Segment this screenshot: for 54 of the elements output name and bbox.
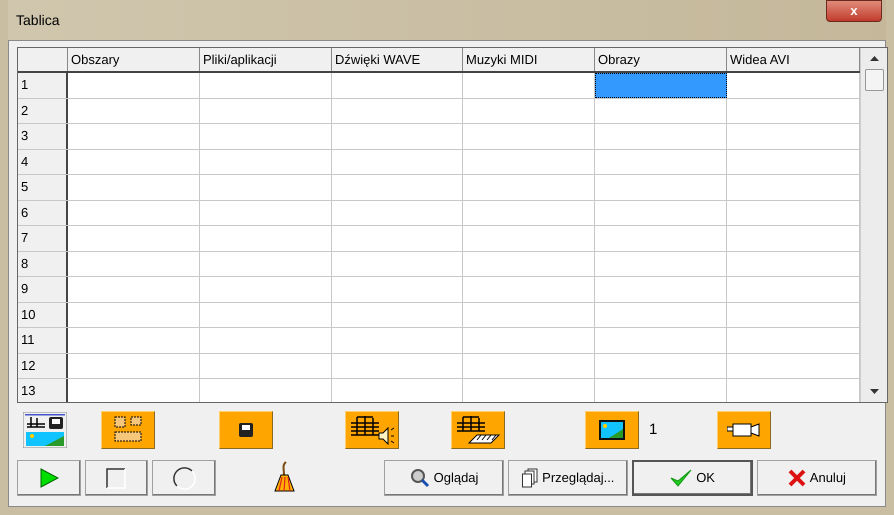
row-header[interactable]: 8: [18, 252, 68, 276]
row-header[interactable]: 13: [18, 379, 68, 402]
media-button[interactable]: [23, 412, 67, 448]
row-header[interactable]: 3: [18, 124, 68, 148]
column-header[interactable]: Pliki/aplikacji: [200, 48, 332, 71]
music-speaker-icon: [349, 413, 395, 447]
row-header[interactable]: 4: [18, 150, 68, 174]
scroll-thumb[interactable]: [864, 69, 884, 91]
circle-icon: [172, 466, 196, 490]
row-header[interactable]: 1: [18, 73, 68, 98]
view-button[interactable]: Oglądaj: [384, 460, 504, 496]
landscape-image-icon: [599, 420, 625, 440]
ok-button[interactable]: OK: [632, 460, 753, 496]
toolbar-button[interactable]: [101, 411, 155, 449]
browse-button[interactable]: Przeglądaj...: [508, 460, 628, 496]
record-button[interactable]: [152, 460, 216, 496]
column-header[interactable]: Muzyki MIDI: [463, 48, 595, 71]
window-title: Tablica: [16, 10, 60, 30]
toolbar-button[interactable]: [585, 411, 639, 449]
play-button[interactable]: [17, 460, 81, 496]
square-icon: [106, 468, 126, 488]
row-header[interactable]: 10: [18, 302, 68, 327]
row-header[interactable]: 2: [18, 98, 68, 123]
image-count: 1: [649, 420, 658, 440]
row-header[interactable]: 9: [18, 277, 68, 302]
column-header[interactable]: Dźwięki WAVE: [332, 48, 463, 71]
toolbar-button[interactable]: [219, 411, 273, 449]
scroll-up-icon: [870, 56, 878, 61]
video-camera-icon: [727, 422, 762, 438]
toolbar-button[interactable]: [345, 411, 399, 449]
floppy-icon: [239, 423, 253, 437]
row-header[interactable]: 12: [18, 354, 68, 378]
row-header[interactable]: 6: [18, 200, 68, 225]
media-icon: [23, 412, 67, 448]
play-icon: [38, 468, 59, 488]
close-button[interactable]: x: [826, 0, 882, 22]
cross-icon: [788, 469, 806, 487]
row-header[interactable]: 11: [18, 328, 68, 352]
magnifier-icon: [410, 468, 430, 488]
cancel-button[interactable]: Anuluj: [756, 460, 878, 496]
toolbar-button[interactable]: [451, 411, 505, 449]
column-header[interactable]: Obszary: [68, 48, 200, 71]
stop-button[interactable]: [84, 460, 148, 496]
toolbar-button[interactable]: [717, 411, 772, 449]
checkmark-icon: [670, 468, 692, 488]
scroll-down-icon: [870, 389, 878, 394]
row-header[interactable]: 7: [18, 226, 68, 250]
corner-header: [18, 48, 68, 71]
row-header[interactable]: 5: [18, 175, 68, 200]
vertical-scrollbar[interactable]: [860, 48, 887, 402]
column-header[interactable]: Widea AVI: [727, 48, 860, 71]
column-header[interactable]: Obrazy: [595, 48, 727, 71]
table-cell[interactable]: [595, 73, 727, 98]
documents-icon: [522, 468, 538, 488]
